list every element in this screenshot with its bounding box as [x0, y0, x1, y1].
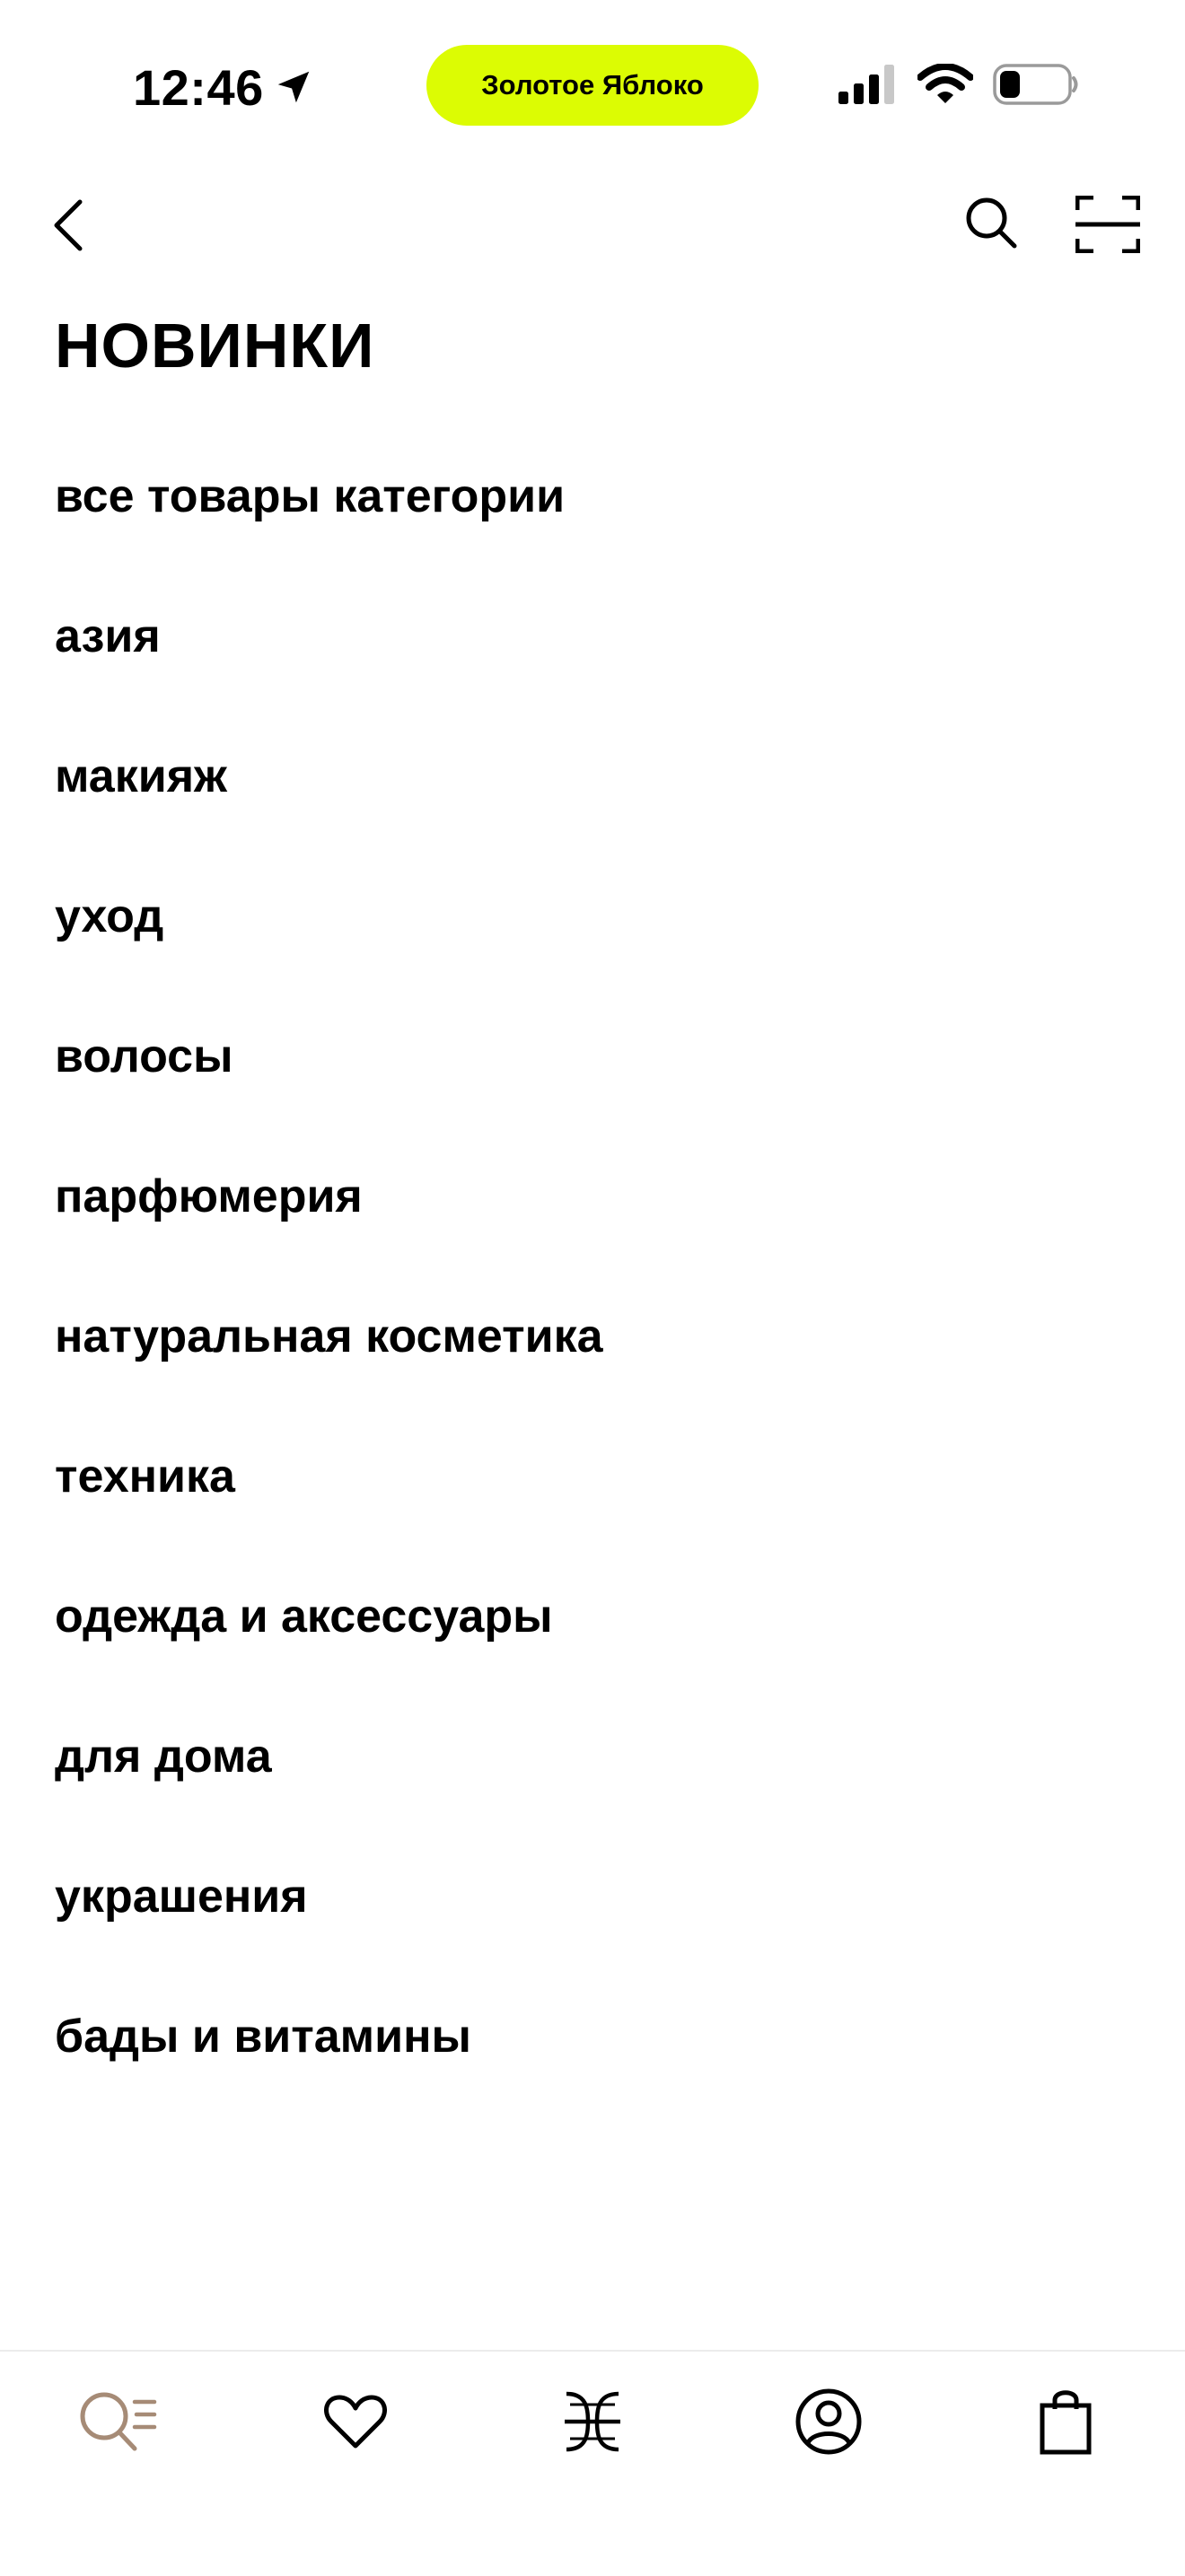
- category-item-label: для дома: [55, 1730, 272, 1783]
- category-item-perfume[interactable]: парфюмерия: [0, 1126, 1185, 1266]
- category-item-label: парфюмерия: [55, 1170, 363, 1222]
- search-icon: [962, 194, 1020, 255]
- tab-cart[interactable]: [1021, 2379, 1110, 2468]
- category-item-label: одежда и аксессуары: [55, 1590, 553, 1643]
- category-item-label: бады и витамины: [55, 2011, 471, 2063]
- category-item-clothing-accessories[interactable]: одежда и аксессуары: [0, 1546, 1185, 1687]
- status-bar: 12:46 Золотое Яблоко: [0, 0, 1185, 171]
- tab-catalog[interactable]: [74, 2379, 163, 2468]
- heart-icon: [324, 2394, 387, 2453]
- top-navigation-bar: [0, 171, 1185, 287]
- category-item-label: макияж: [55, 750, 227, 802]
- search-button[interactable]: [959, 192, 1023, 257]
- category-item-asia[interactable]: азия: [0, 566, 1185, 706]
- category-item-care[interactable]: уход: [0, 846, 1185, 986]
- tab-profile[interactable]: [784, 2379, 873, 2468]
- chevron-left-icon: [49, 198, 89, 256]
- category-item-label: украшения: [55, 1871, 308, 1923]
- app-return-pill-label: Золотое Яблоко: [481, 69, 704, 101]
- profile-icon: [794, 2388, 863, 2459]
- category-item-jewelry[interactable]: украшения: [0, 1827, 1185, 1967]
- page-title: НОВИНКИ: [55, 311, 375, 381]
- scan-icon: [1075, 195, 1141, 257]
- category-item-label: натуральная косметика: [55, 1310, 603, 1362]
- category-item-hair[interactable]: волосы: [0, 986, 1185, 1126]
- category-item-home[interactable]: для дома: [0, 1687, 1185, 1827]
- app-return-pill[interactable]: Золотое Яблоко: [426, 45, 759, 126]
- category-item-all[interactable]: все товары категории: [0, 426, 1185, 566]
- wifi-icon: [917, 63, 974, 109]
- category-item-label: уход: [55, 890, 164, 942]
- back-button[interactable]: [38, 196, 101, 258]
- category-item-natural-cosmetics[interactable]: натуральная косметика: [0, 1266, 1185, 1406]
- catalog-search-icon: [79, 2389, 158, 2458]
- category-item-supplements-vitamins[interactable]: бады и витамины: [0, 1967, 1185, 2107]
- shopping-bag-icon: [1039, 2388, 1093, 2459]
- bottom-tab-bar: [0, 2350, 1185, 2576]
- category-item-makeup[interactable]: макияж: [0, 706, 1185, 846]
- battery-icon: [993, 64, 1079, 109]
- location-arrow-icon: [273, 66, 314, 108]
- tab-home[interactable]: [548, 2379, 637, 2468]
- tab-favorites[interactable]: [311, 2379, 400, 2468]
- status-time-group: 12:46: [133, 56, 314, 118]
- category-item-label: волосы: [55, 1030, 233, 1082]
- status-icons: [838, 63, 1079, 110]
- category-item-label: техника: [55, 1450, 235, 1503]
- cellular-signal-icon: [838, 65, 898, 108]
- category-list: все товары категории азия макияж уход во…: [0, 426, 1185, 2107]
- category-item-label: все товары категории: [55, 470, 566, 522]
- status-time: 12:46: [133, 58, 264, 116]
- category-item-label: азия: [55, 610, 161, 662]
- category-item-tech[interactable]: техника: [0, 1406, 1185, 1546]
- scan-button[interactable]: [1074, 192, 1142, 260]
- brand-logo-icon: [563, 2390, 622, 2457]
